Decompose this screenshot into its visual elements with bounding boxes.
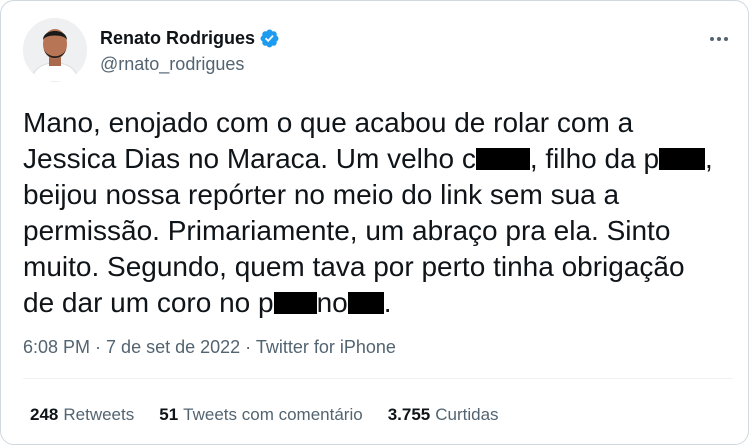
tweet-source[interactable]: Twitter for iPhone [256,337,396,357]
quotes-stat[interactable]: 51 Tweets com comentário [159,405,362,425]
tweet-meta: 6:08 PM · 7 de set de 2022 · Twitter for… [23,337,396,358]
tweet-time[interactable]: 6:08 PM [23,337,90,357]
tweet-text: Mano, enojado com o que acabou de rolar … [23,105,733,321]
more-options-icon[interactable] [707,31,731,47]
retweets-stat[interactable]: 248 Retweets [30,405,134,425]
avatar[interactable] [23,18,87,82]
avatar-image [23,18,87,82]
likes-count: 3.755 [387,405,431,424]
tweet-text-part: . [383,287,392,318]
redaction-box [347,292,384,314]
meta-separator: · [90,337,107,357]
retweets-count: 248 [30,405,59,424]
likes-stat[interactable]: 3.755 Curtidas [388,405,499,425]
tweet-date[interactable]: 7 de set de 2022 [106,337,240,357]
meta-separator: · [240,337,256,357]
verified-badge-icon [260,29,279,48]
tweet-text-part: no [316,287,348,318]
redaction-box [273,292,317,314]
quotes-count: 51 [159,405,179,424]
divider [23,378,733,379]
quotes-label: Tweets com comentário [183,405,363,424]
redaction-box [659,148,706,170]
author-name-row: Renato Rodrigues [100,28,280,49]
tweet-text-part: , filho da p [529,143,660,174]
author-name[interactable]: Renato Rodrigues [100,28,255,49]
author-handle[interactable]: @rnato_rodrigues [100,54,244,75]
retweets-label: Retweets [63,405,135,424]
likes-label: Curtidas [435,405,499,424]
tweet-stats: 248 Retweets 51 Tweets com comentário 3.75… [30,405,524,425]
tweet-card: Renato Rodrigues @rnato_rodrigues Mano, … [0,0,749,445]
redaction-box [475,148,530,170]
